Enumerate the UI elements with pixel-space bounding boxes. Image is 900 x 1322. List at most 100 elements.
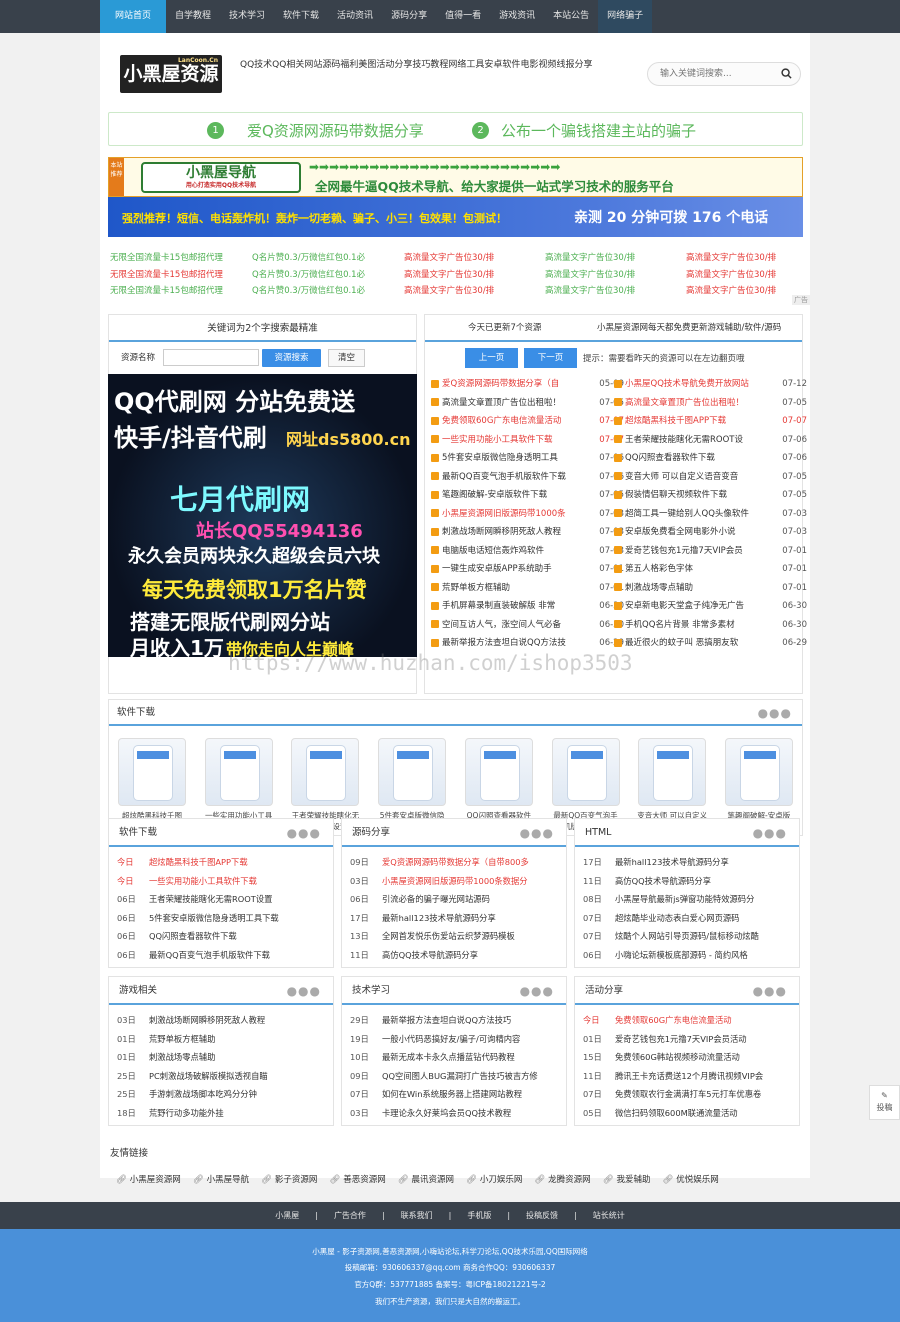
update-item[interactable]: 电脑版电话短信轰炸鸡软件 07-03 (431, 542, 624, 561)
footer-nav-link[interactable]: 小黑屋 (275, 1211, 299, 1220)
update-title[interactable]: 安卓版免费看全网电影外小说 (625, 527, 736, 537)
item-title[interactable]: 超炫酷毕业动态表白爱心网页源码 (615, 913, 739, 923)
item-title[interactable]: 刺激战场断网瞬移阴死敌人教程 (149, 1015, 265, 1025)
update-title[interactable]: 安卓新电影天堂盒子纯净无广告 (625, 601, 744, 611)
friend-link[interactable]: 🔗︎ 晨讯资源网 (398, 1175, 454, 1185)
nav-item[interactable]: 游戏资讯 (490, 0, 544, 33)
update-item[interactable]: 变音大师 可以自定义语音变音 07-05 (614, 468, 807, 487)
submit-float-button[interactable]: ✎ 投稿 (869, 1085, 900, 1120)
header-link[interactable]: 线报分享 (556, 60, 592, 70)
item-title[interactable]: 全网首发悦乐伤爱站云织梦源码模板 (382, 931, 515, 941)
column-item[interactable]: 01日 荒野单板方框辅助 (109, 1030, 333, 1049)
more-icon[interactable]: ●●● (287, 977, 321, 1005)
item-title[interactable]: 免费领60G韩站视频移动流量活动 (615, 1052, 740, 1062)
banner-ad-navigation[interactable]: 本站推荐 小黑屋导航 用心打造实用QQ技术导航 ➡➡➡➡➡➡➡➡➡➡➡➡➡➡➡➡➡… (108, 157, 803, 197)
text-ad-link[interactable]: 高流量文字广告位30/排 (686, 251, 776, 263)
item-title[interactable]: 免费领取农行金满满打车5元打车优惠卷 (615, 1089, 761, 1099)
more-icon[interactable]: ●●● (520, 819, 554, 847)
notice-link-1[interactable]: 爱Q资源网源码带数据分享 (247, 120, 424, 141)
update-item[interactable]: 爱Q资源网源码带数据分享（自 05-09 (431, 375, 624, 394)
column-item[interactable]: 07日 免费领取农行金满满打车5元打车优惠卷 (575, 1085, 799, 1104)
update-item[interactable]: 高流量文章置顶广告位出租啦！ 07-05 (431, 394, 624, 413)
item-title[interactable]: 高仿QQ技术导航源码分享 (382, 950, 478, 960)
text-ad-link[interactable]: 无限全国流量卡15包邮招代理 (110, 251, 223, 263)
column-item[interactable]: 11日 高仿QQ技术导航源码分享 (575, 872, 799, 891)
update-title[interactable]: 刺激战场断网瞬移阴死敌人教程 (442, 527, 561, 537)
footer-nav-link[interactable]: 广告合作 (334, 1211, 366, 1220)
update-item[interactable]: 手机屏幕录制直装破解版 非常 06-30 (431, 597, 624, 616)
column-item[interactable]: 03日 刺激战场断网瞬移阴死敌人教程 (109, 1011, 333, 1030)
update-item[interactable]: 手机QQ名片背景 非常多素材 06-30 (614, 616, 807, 635)
nav-item[interactable]: 网络骗子 (598, 0, 653, 33)
column-item[interactable]: 03日 小黑屋资源网旧版源码带1000条数据分 (342, 872, 566, 891)
item-title[interactable]: 超炫酷黑科技千图APP下载 (149, 857, 248, 867)
item-title[interactable]: 荒野单板方框辅助 (149, 1034, 215, 1044)
nav-item[interactable]: 自学教程 (166, 0, 220, 33)
column-item[interactable]: 10日 最新无成本卡永久点播蓝钻代码教程 (342, 1048, 566, 1067)
text-ad-link[interactable]: 高流量文字广告位30/排 (545, 268, 635, 280)
item-title[interactable]: 引流必备的骗子曝光网站源码 (382, 894, 490, 904)
search-input[interactable] (648, 63, 768, 85)
update-title[interactable]: 最新QQ百变气泡手机版软件下载 (442, 472, 566, 482)
friend-link[interactable]: 🔗︎ 小刀娱乐网 (466, 1175, 522, 1185)
column-item[interactable]: 09日 爱Q资源网源码带数据分享（自带800多 (342, 853, 566, 872)
item-title[interactable]: 荒野行动多功能外挂 (149, 1108, 224, 1118)
update-title[interactable]: 手机屏幕录制直装破解版 非常 (442, 601, 555, 611)
text-ad-link[interactable]: 无限全国流量卡15包邮招代理 (110, 268, 223, 280)
column-item[interactable]: 06日 5件套安卓版微信隐身透明工具下载 (109, 909, 333, 928)
more-icon[interactable]: ●●● (753, 977, 787, 1005)
more-icon[interactable]: ●●● (758, 700, 792, 726)
item-title[interactable]: 5件套安卓版微信隐身透明工具下载 (149, 913, 279, 923)
column-item[interactable]: 07日 炫酷个人网站引导页源码/鼠标移动炫酷 (575, 927, 799, 946)
update-item[interactable]: 荒野单板方框辅助 07-01 (431, 579, 624, 598)
update-title[interactable]: 变音大师 可以自定义语音变音 (625, 472, 738, 482)
update-item[interactable]: 王者荣耀技能瞎化无需ROOT设 07-06 (614, 431, 807, 450)
item-title[interactable]: 王者荣耀技能瞎化无需ROOT设置 (149, 894, 272, 904)
update-title[interactable]: 爱奇艺钱包充1元撸7天VIP会员 (625, 546, 743, 556)
column-item[interactable]: 01日 爱奇艺钱包充1元撸7天VIP会员活动 (575, 1030, 799, 1049)
update-item[interactable]: 高流量文章置顶广告位出租啦！ 07-05 (614, 394, 807, 413)
update-title[interactable]: 笔趣阁破解-安卓版软件下载 (442, 490, 547, 500)
next-page-button[interactable]: 下一页 (524, 348, 577, 368)
friend-link[interactable]: 🔗︎ 我爱辅助 (603, 1175, 651, 1185)
text-ad-link[interactable]: Q名片赞0.3/万微信红包0.1必 (252, 268, 365, 280)
update-item[interactable]: 爱奇艺钱包充1元撸7天VIP会员 07-01 (614, 542, 807, 561)
column-item[interactable]: 07日 超炫酷毕业动态表白爱心网页源码 (575, 909, 799, 928)
item-title[interactable]: 一般小代码恶搞好友/骗子/可询精内容 (382, 1034, 520, 1044)
promo-image-ad[interactable]: QQ代刷网 分站免费送 快手/抖音代刷 网址ds5800.cn 七月代刷网 站长… (108, 374, 417, 657)
text-ad-link[interactable]: 高流量文字广告位30/排 (545, 284, 635, 296)
item-title[interactable]: QQ闪照查看器软件下载 (149, 931, 237, 941)
update-title[interactable]: 荒野单板方框辅助 (442, 583, 510, 593)
footer-nav-link[interactable]: 联系我们 (401, 1211, 433, 1220)
column-item[interactable]: 15日 免费领60G韩站视频移动流量活动 (575, 1048, 799, 1067)
update-item[interactable]: 刺激战场零点辅助 07-01 (614, 579, 807, 598)
nav-item[interactable]: 软件下载 (274, 0, 328, 33)
clear-button[interactable]: 清空 (328, 349, 365, 367)
update-item[interactable]: QQ闪照查看器软件下载 07-06 (614, 449, 807, 468)
column-item[interactable]: 25日 PC刺激战场破解版模拟透视自瞄 (109, 1067, 333, 1086)
text-ad-link[interactable]: 高流量文字广告位30/排 (686, 284, 776, 296)
column-item[interactable]: 今日 超炫酷黑科技千图APP下载 (109, 853, 333, 872)
banner-ad-bomber[interactable]: 强烈推荐！短信、电话轰炸机！轰炸一切老赖、骗子、小三！包效果！包测试！ 亲测 2… (108, 197, 803, 237)
notice-link-2[interactable]: 公布一个骗钱搭建主站的骗子 (501, 120, 696, 141)
column-item[interactable]: 17日 最新hall123技术导航源码分享 (575, 853, 799, 872)
nav-item[interactable]: 活动资讯 (328, 0, 382, 33)
nav-item[interactable]: 值得一看 (436, 0, 490, 33)
header-link[interactable]: 技巧教程 (412, 60, 448, 70)
update-item[interactable]: 小黑屋资源网旧版源码带1000条 07-03 (431, 505, 624, 524)
column-item[interactable]: 19日 一般小代码恶搞好友/骗子/可询精内容 (342, 1030, 566, 1049)
update-title[interactable]: 王者荣耀技能瞎化无需ROOT设 (625, 435, 743, 445)
item-title[interactable]: 如何在Win系统服务器上搭建网站教程 (382, 1089, 522, 1099)
header-link[interactable]: 网络工具 (448, 60, 484, 70)
update-title[interactable]: 刺激战场零点辅助 (625, 583, 693, 593)
header-link[interactable]: 网站源码 (304, 60, 340, 70)
update-item[interactable]: 一键生成安卓版APP系统助手 07-01 (431, 560, 624, 579)
text-ad-link[interactable]: 高流量文字广告位30/排 (404, 251, 494, 263)
update-title[interactable]: 免费领取60G广东电信流量活动 (442, 416, 561, 426)
column-item[interactable]: 11日 高仿QQ技术导航源码分享 (342, 946, 566, 965)
update-item[interactable]: 刺激战场断网瞬移阴死敌人教程 07-03 (431, 523, 624, 542)
item-title[interactable]: 爱奇艺钱包充1元撸7天VIP会员活动 (615, 1034, 747, 1044)
item-title[interactable]: 刺激战场零点辅助 (149, 1052, 215, 1062)
text-ad-link[interactable]: 高流量文字广告位30/排 (404, 268, 494, 280)
update-item[interactable]: 小黑屋QQ技术导航免费开放网站 07-12 (614, 375, 807, 394)
